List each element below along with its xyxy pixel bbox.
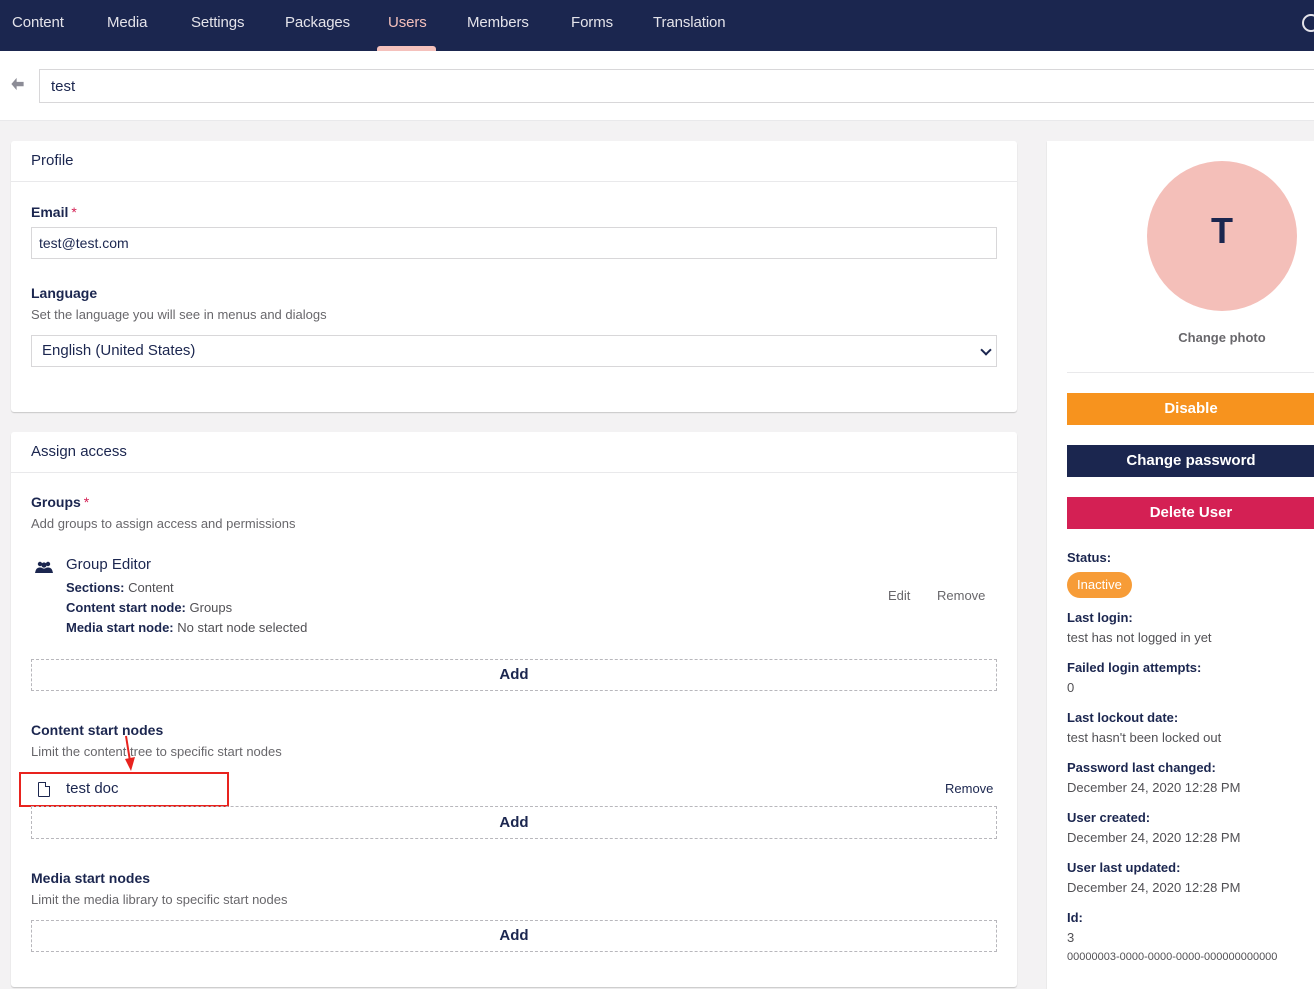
- groups-description: Add groups to assign access and permissi…: [31, 516, 296, 531]
- editor-header: [0, 51, 1314, 121]
- nav-members[interactable]: Members: [467, 0, 529, 51]
- language-description: Set the language you will see in menus a…: [31, 307, 327, 322]
- back-arrow-icon[interactable]: [10, 77, 25, 91]
- delete-user-button[interactable]: Delete User: [1067, 497, 1314, 529]
- remove-content-node-button[interactable]: Remove: [945, 781, 993, 796]
- group-content-start: Content start node: Groups: [66, 600, 232, 615]
- content-start-label: Content start node:: [66, 600, 186, 615]
- failed-attempts-value: 0: [1067, 680, 1075, 695]
- id-label: Id:: [1067, 910, 1083, 925]
- last-login-value: test has not logged in yet: [1067, 630, 1212, 645]
- content-start-nodes-label: Content start nodes: [31, 722, 164, 738]
- add-content-node-button[interactable]: Add: [31, 806, 997, 839]
- avatar[interactable]: T: [1147, 161, 1297, 311]
- remove-group-button[interactable]: Remove: [937, 588, 985, 603]
- user-updated-value: December 24, 2020 12:28 PM: [1067, 880, 1241, 895]
- nav-settings[interactable]: Settings: [191, 0, 245, 51]
- groups-label-text: Groups: [31, 494, 81, 510]
- divider: [11, 181, 1017, 182]
- panel-title: Profile: [31, 152, 74, 169]
- status-badge: Inactive: [1067, 572, 1132, 598]
- annotation-arrow: [125, 735, 135, 771]
- change-password-button[interactable]: Change password: [1067, 445, 1314, 477]
- divider: [11, 472, 1017, 473]
- groups-label: Groups *: [31, 494, 89, 510]
- failed-attempts-label: Failed login attempts:: [1067, 660, 1202, 675]
- required-marker: *: [71, 204, 77, 220]
- chevron-down-icon: [980, 344, 992, 356]
- status-label: Status:: [1067, 550, 1112, 565]
- email-label: Email *: [31, 204, 77, 220]
- nav-users[interactable]: Users: [388, 0, 427, 51]
- email-field[interactable]: [31, 227, 997, 259]
- media-start-value: No start node selected: [177, 620, 308, 635]
- profile-panel: Profile Email* Language Set the language…: [11, 141, 1017, 412]
- lockout-date-label: Last lockout date:: [1067, 710, 1179, 725]
- email-label-text: Email: [31, 204, 69, 220]
- group-sections: Sections: Content: [66, 580, 174, 595]
- sections-label: Sections:: [66, 580, 125, 595]
- change-photo-link[interactable]: Change photo: [1147, 330, 1297, 345]
- user-name-input[interactable]: [39, 69, 1314, 103]
- add-group-button[interactable]: Add: [31, 659, 997, 691]
- last-login-label: Last login:: [1067, 610, 1133, 625]
- password-changed-label: Password last changed:: [1067, 760, 1216, 775]
- lockout-date-value: test hasn't been locked out: [1067, 730, 1222, 745]
- media-start-nodes-description: Limit the media library to specific star…: [31, 892, 288, 907]
- users-group-icon: [35, 561, 53, 573]
- divider: [1067, 372, 1314, 373]
- nav-packages[interactable]: Packages: [285, 0, 350, 51]
- id-value: 3: [1067, 930, 1075, 945]
- nav-media[interactable]: Media: [107, 0, 147, 51]
- language-selected-value: English (United States): [42, 342, 196, 359]
- add-media-node-button[interactable]: Add: [31, 920, 997, 952]
- assign-access-panel: Assign access Groups * Add groups to assi…: [11, 432, 1017, 987]
- language-label: Language: [31, 285, 98, 301]
- annotation-highlight-box: [19, 772, 229, 807]
- required-marker: *: [83, 494, 90, 510]
- content-start-value: Groups: [189, 600, 233, 615]
- nav-translation[interactable]: Translation: [653, 0, 726, 51]
- nav-content[interactable]: Content: [12, 0, 64, 51]
- edit-group-button[interactable]: Edit: [888, 588, 910, 603]
- panel-title: Assign access: [31, 443, 127, 460]
- user-created-label: User created:: [1067, 810, 1151, 825]
- search-icon[interactable]: [1302, 14, 1314, 32]
- content-start-nodes-description: Limit the content tree to specific start…: [31, 744, 282, 759]
- disable-button[interactable]: Disable: [1067, 393, 1314, 425]
- media-start-nodes-label: Media start nodes: [31, 870, 151, 886]
- user-created-value: December 24, 2020 12:28 PM: [1067, 830, 1241, 845]
- user-guid: 00000003-0000-0000-0000-000000000000: [1067, 951, 1278, 963]
- top-navigation: Content Media Settings Packages Users Me…: [0, 0, 1314, 51]
- user-sidebar: T Change photo Disable Change password D…: [1047, 141, 1314, 989]
- media-start-label: Media start node:: [66, 620, 174, 635]
- sections-value: Content: [128, 580, 174, 595]
- group-name: Group Editor: [66, 556, 152, 573]
- password-changed-value: December 24, 2020 12:28 PM: [1067, 780, 1241, 795]
- language-select[interactable]: English (United States): [31, 335, 997, 367]
- nav-forms[interactable]: Forms: [571, 0, 613, 51]
- avatar-initial: T: [1211, 210, 1233, 251]
- user-updated-label: User last updated:: [1067, 860, 1181, 875]
- group-media-start: Media start node: No start node selected: [66, 620, 307, 635]
